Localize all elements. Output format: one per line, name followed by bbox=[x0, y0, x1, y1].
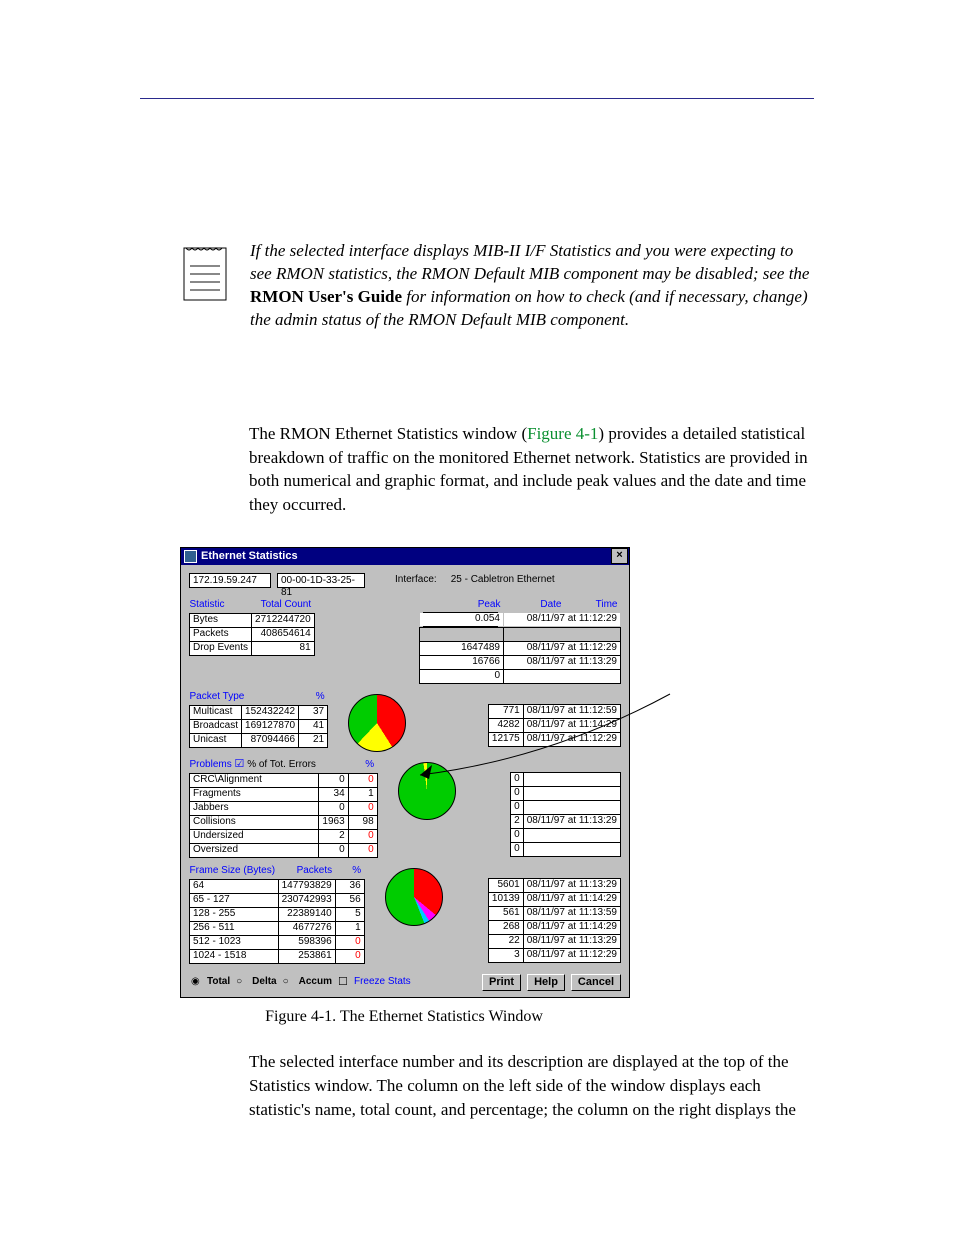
table-row: 56108/11/97 at 11:13:59 bbox=[488, 906, 620, 920]
figure-caption: Figure 4-1. The Ethernet Statistics Wind… bbox=[180, 1008, 628, 1026]
table-row: Broadcast16912787041 bbox=[190, 719, 328, 733]
freeze-stats-checkbox[interactable] bbox=[338, 977, 348, 987]
print-button[interactable]: Print bbox=[482, 974, 521, 991]
intro-paragraph: The RMON Ethernet Statistics window (Fig… bbox=[249, 422, 814, 517]
table-row: 77108/11/97 at 11:12:59 bbox=[488, 704, 620, 718]
stat-hdr-a: Statistic bbox=[190, 598, 252, 614]
radio-total-label: Total bbox=[207, 977, 230, 987]
table-row: Multicast15243224237 bbox=[190, 705, 328, 719]
pct-errors-checkbox[interactable]: ☑ bbox=[235, 759, 245, 770]
radio-delta-label: Delta bbox=[252, 977, 276, 987]
peak-table-pkts: 77108/11/97 at 11:12:59 428208/11/97 at … bbox=[488, 690, 621, 747]
following-paragraph: The selected interface number and its de… bbox=[249, 1050, 814, 1121]
table-row: Bytes2712244720 bbox=[190, 613, 315, 627]
table-row: 208/11/97 at 11:13:29 bbox=[511, 814, 621, 828]
time-hdr: Time bbox=[565, 598, 621, 612]
radio-delta[interactable] bbox=[236, 977, 246, 987]
statistic-table: Statistic Total Count Bytes2712244720 Pa… bbox=[189, 598, 315, 656]
sys-icon bbox=[184, 550, 197, 563]
peak-table-frames: 560108/11/97 at 11:13:29 1013908/11/97 a… bbox=[488, 864, 621, 963]
fs-hdr-a: Frame Size (Bytes) bbox=[190, 864, 279, 880]
cancel-button[interactable]: Cancel bbox=[571, 974, 621, 991]
radio-accum[interactable] bbox=[283, 977, 293, 987]
ip-field: 172.19.59.247 bbox=[189, 573, 271, 588]
table-row: 2208/11/97 at 11:13:29 bbox=[488, 934, 620, 948]
problems-hdr: Problems ☑ % of Tot. Errors bbox=[190, 758, 319, 774]
table-row: Jabbers00 bbox=[190, 801, 378, 815]
mac-field: 00-00-1D-33-25-81 bbox=[277, 573, 365, 588]
page: If the selected interface displays MIB-I… bbox=[0, 0, 954, 1235]
table-row: 0 bbox=[511, 772, 621, 786]
radio-accum-label: Accum bbox=[299, 977, 332, 987]
para1-pre: The RMON Ethernet Statistics window ( bbox=[249, 424, 527, 443]
table-row: 1024 - 15182538610 bbox=[190, 949, 365, 963]
table-row: 560108/11/97 at 11:13:29 bbox=[488, 878, 620, 892]
figure-4-1: Ethernet Statistics × 172.19.59.247 00-0… bbox=[180, 547, 814, 1026]
header-rule bbox=[140, 98, 814, 99]
date-hdr: Date bbox=[504, 598, 565, 612]
table-row: 26808/11/97 at 11:14:29 bbox=[488, 920, 620, 934]
interface-label: Interface: bbox=[395, 575, 437, 585]
packet-type-table: Packet Type % Multicast15243224237 Broad… bbox=[189, 690, 328, 748]
frame-size-pie-icon bbox=[385, 868, 443, 926]
window-title: Ethernet Statistics bbox=[201, 551, 298, 562]
table-row: 428208/11/97 at 11:14:29 bbox=[488, 718, 620, 732]
figure-ref-link[interactable]: Figure 4-1 bbox=[527, 424, 598, 443]
table-row: Collisions196398 bbox=[190, 815, 378, 829]
address-row: 172.19.59.247 00-00-1D-33-25-81 Interfac… bbox=[189, 573, 621, 588]
table-row: 256 - 51146772761 bbox=[190, 921, 365, 935]
help-button[interactable]: Help bbox=[527, 974, 565, 991]
bottom-bar: Total Delta Accum Freeze Stats Print Hel… bbox=[189, 972, 621, 991]
packet-type-pie-icon bbox=[348, 694, 406, 752]
problems-pie-icon bbox=[398, 762, 456, 820]
pct-hdr: % bbox=[348, 758, 377, 774]
stat-hdr-b: Total Count bbox=[252, 598, 315, 614]
peak-table-probs: 0 0 0 208/11/97 at 11:13:29 0 0 bbox=[510, 758, 621, 857]
freeze-stats-label: Freeze Stats bbox=[354, 977, 411, 987]
table-row: 1217508/11/97 at 11:12:29 bbox=[488, 732, 620, 746]
interface-value: 25 - Cabletron Ethernet bbox=[451, 575, 555, 585]
radio-total[interactable] bbox=[191, 977, 201, 987]
panel: 172.19.59.247 00-00-1D-33-25-81 Interfac… bbox=[181, 565, 629, 997]
table-row: 0.05408/11/97 at 11:12:29 bbox=[420, 612, 621, 626]
table-row: 512 - 10235983960 bbox=[190, 935, 365, 949]
titlebar: Ethernet Statistics × bbox=[181, 548, 629, 565]
table-row: 1676608/11/97 at 11:13:29 bbox=[420, 655, 621, 669]
table-row: 0 bbox=[511, 842, 621, 856]
table-row: Oversized00 bbox=[190, 843, 378, 857]
table-row: 0 bbox=[511, 786, 621, 800]
packet-type-hdr: Packet Type bbox=[190, 690, 299, 706]
table-row: Drop Events81 bbox=[190, 641, 315, 655]
peak-table-stats: Peak Date Time % Load 0.054 0.05408/11/9… bbox=[419, 598, 621, 684]
table-row: 0 bbox=[511, 828, 621, 842]
table-row: CRC\Alignment00 bbox=[190, 773, 378, 787]
table-row: 65 - 12723074299356 bbox=[190, 893, 365, 907]
pct-hdr: % bbox=[299, 690, 328, 706]
table-row: 128 - 255223891405 bbox=[190, 907, 365, 921]
table-row: Packets408654614 bbox=[190, 627, 315, 641]
ethernet-statistics-window: Ethernet Statistics × 172.19.59.247 00-0… bbox=[180, 547, 630, 998]
table-row: 164748908/11/97 at 11:12:29 bbox=[420, 641, 621, 655]
table-row: Fragments341 bbox=[190, 787, 378, 801]
table-row: Unicast8709446621 bbox=[190, 733, 328, 747]
note-bold: RMON User's Guide bbox=[250, 287, 402, 306]
table-row: Undersized20 bbox=[190, 829, 378, 843]
frame-size-table: Frame Size (Bytes) Packets % 64147793829… bbox=[189, 864, 365, 964]
table-row: 0 bbox=[420, 669, 621, 683]
fs-hdr-c: % bbox=[335, 864, 364, 880]
peak-hdr: Peak bbox=[420, 598, 504, 612]
note-text: If the selected interface displays MIB-I… bbox=[250, 240, 814, 332]
note-icon bbox=[180, 240, 230, 332]
table-row: 0 bbox=[511, 800, 621, 814]
table-row: 308/11/97 at 11:12:29 bbox=[488, 948, 620, 962]
table-row: 1013908/11/97 at 11:14:29 bbox=[488, 892, 620, 906]
problems-table: Problems ☑ % of Tot. Errors % CRC\Alignm… bbox=[189, 758, 378, 858]
fs-hdr-b: Packets bbox=[278, 864, 335, 880]
table-row: 6414779382936 bbox=[190, 879, 365, 893]
note-block: If the selected interface displays MIB-I… bbox=[180, 240, 814, 332]
note-part1: If the selected interface displays MIB-I… bbox=[250, 241, 809, 283]
close-icon[interactable]: × bbox=[611, 548, 628, 564]
